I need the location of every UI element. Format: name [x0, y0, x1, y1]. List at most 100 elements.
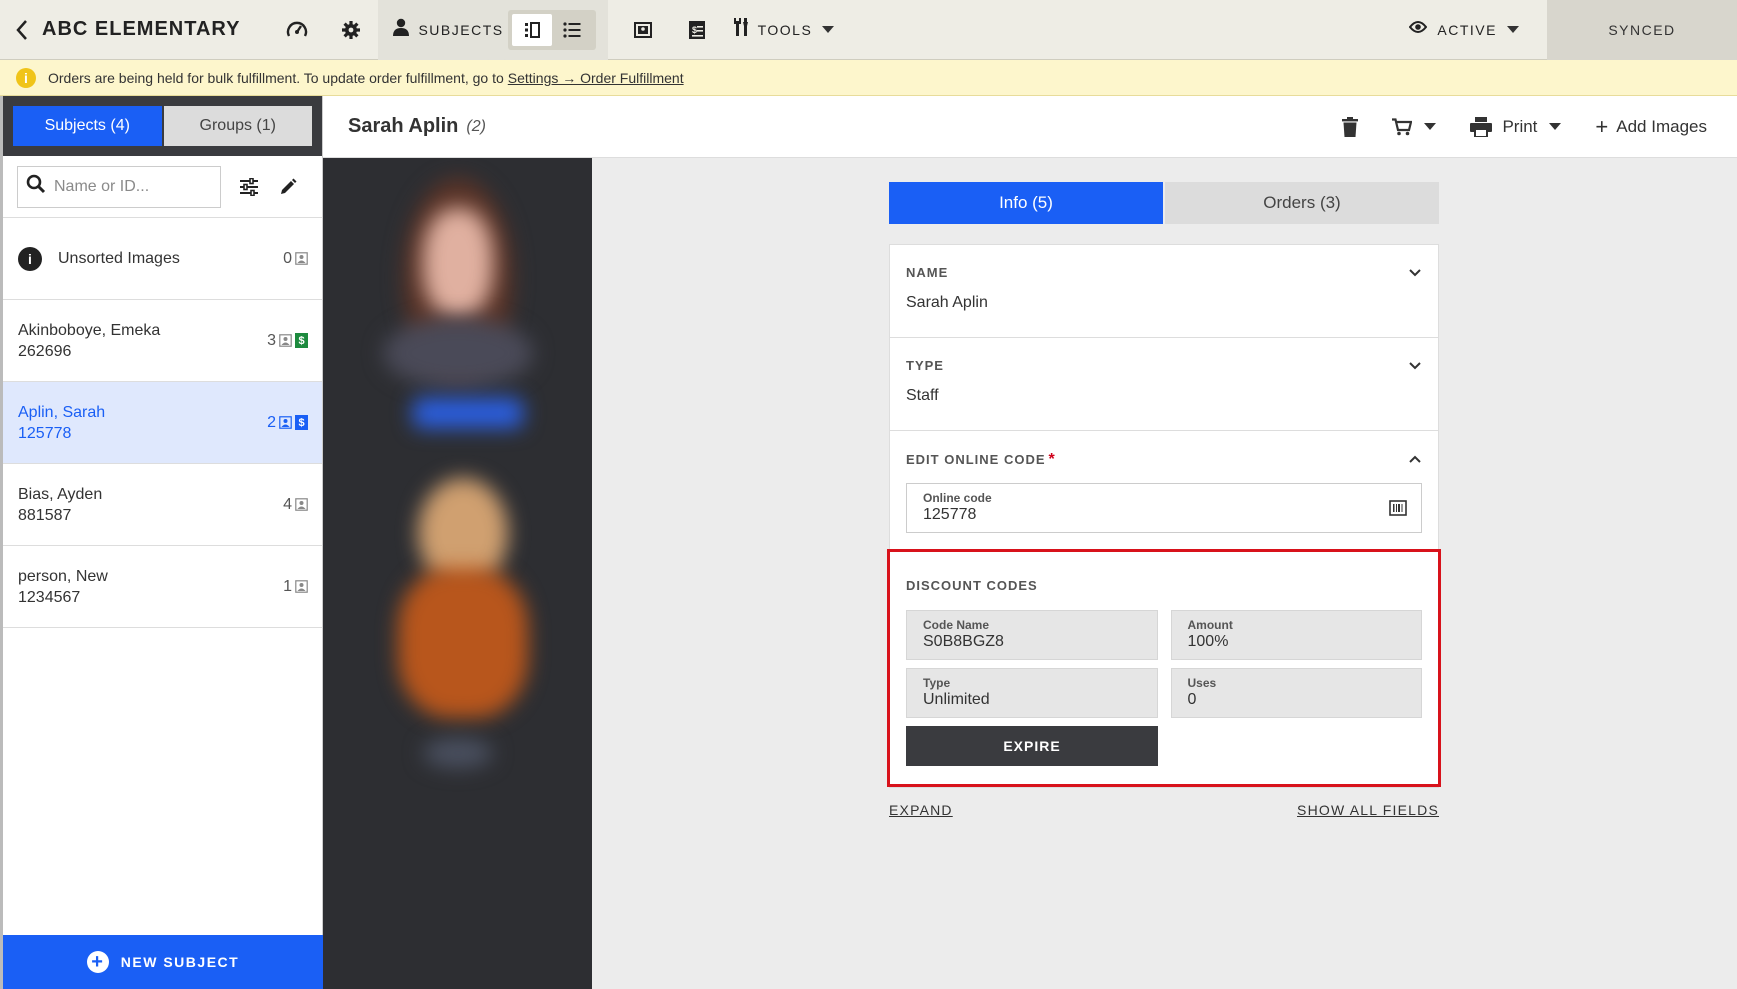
search-box [17, 165, 221, 208]
tab-orders[interactable]: Orders (3) [1165, 182, 1439, 224]
subject-list-item[interactable]: person, New 1234567 1 [3, 546, 322, 628]
show-all-fields-link[interactable]: SHOW ALL FIELDS [1297, 802, 1439, 818]
info-fields: NAME Sarah Aplin TYPE Staff EDIT ONLINE … [887, 244, 1441, 788]
chevron-up-icon[interactable] [1408, 451, 1422, 469]
gear-icon[interactable] [324, 0, 378, 60]
expand-link[interactable]: EXPAND [889, 802, 953, 818]
unsorted-images-label: Unsorted Images [58, 250, 180, 267]
paid-dollar-icon: $ [295, 415, 308, 430]
chevron-down-icon [1424, 123, 1437, 130]
subject-photo-thumbnail[interactable] [363, 168, 553, 438]
subject-detail-panel: Info (5) Orders (3) NAME Sarah Aplin TYP… [887, 182, 1441, 818]
view-toggle [507, 9, 596, 50]
order-fulfillment-settings-link[interactable]: Settings → Order Fulfillment [508, 70, 684, 86]
tab-info[interactable]: Info (5) [889, 182, 1163, 224]
uses-value: 0 [1187, 691, 1197, 708]
chevron-down-icon [822, 26, 835, 33]
price-sheet-icon[interactable]: $ [670, 0, 724, 60]
subject-list-item[interactable]: Akinboboye, Emeka 262696 3 $ [3, 300, 322, 382]
cart-icon [1392, 117, 1413, 135]
active-filter-label: ACTIVE [1437, 21, 1497, 38]
info-icon: i [16, 67, 36, 88]
print-label: Print [1502, 116, 1538, 136]
print-button[interactable]: Print [1470, 116, 1562, 137]
name-field-label: NAME [906, 265, 949, 280]
pencil-icon[interactable] [268, 167, 308, 207]
delete-button[interactable] [1342, 116, 1359, 137]
chevron-down-icon[interactable] [1408, 265, 1422, 283]
subjects-sidebar: Subjects (4) Groups (1) i Unsorted Image… [0, 96, 323, 989]
discount-codes-section: DISCOUNT CODES Code Name S0B8BGZ8 Amount… [887, 549, 1441, 787]
unsorted-images-item[interactable]: i Unsorted Images 0 [3, 218, 322, 300]
trash-icon [1342, 116, 1359, 137]
chevron-down-icon [1507, 26, 1519, 33]
subject-list-item[interactable]: Bias, Ayden 881587 4 [3, 464, 322, 546]
tab-subjects[interactable]: Subjects (4) [13, 106, 162, 146]
discount-type-label: Type [923, 676, 951, 690]
online-code-label: Online code [923, 491, 992, 505]
subject-id: 1234567 [18, 588, 81, 606]
add-images-label: Add Images [1616, 116, 1707, 136]
subject-name: Akinboboye, Emeka [18, 321, 161, 339]
online-code-input[interactable]: Online code 125778 [906, 483, 1422, 533]
back-arrow-icon[interactable] [2, 0, 42, 60]
image-count: 1 [283, 578, 308, 596]
dashboard-icon[interactable] [270, 0, 324, 60]
code-name-value: S0B8BGZ8 [923, 633, 1004, 650]
fulfillment-banner: i Orders are being held for bulk fulfill… [0, 60, 1737, 96]
subject-id: 262696 [18, 342, 72, 360]
expire-button[interactable]: EXPIRE [906, 726, 1158, 766]
top-bar: ABC ELEMENTARY SUBJECTS $ TOOLS ACTIVE S… [0, 0, 1737, 60]
code-name-field: Code Name S0B8BGZ8 [906, 610, 1158, 660]
paid-dollar-icon: $ [295, 333, 308, 348]
sidebar-tabs: Subjects (4) Groups (1) [3, 96, 322, 156]
cart-dropdown-button[interactable] [1392, 117, 1437, 136]
barcode-icon[interactable] [1389, 500, 1407, 521]
chevron-down-icon[interactable] [1408, 358, 1422, 376]
image-icon [295, 580, 308, 593]
add-images-button[interactable]: + Add Images [1595, 113, 1707, 139]
type-field-label: TYPE [906, 358, 944, 373]
person-icon [392, 18, 410, 41]
amount-label: Amount [1187, 618, 1233, 632]
image-count: 4 [283, 496, 308, 514]
search-input[interactable] [54, 177, 204, 196]
split-view-button[interactable] [511, 13, 552, 46]
status-filter-dropdown[interactable]: ACTIVE [1409, 20, 1547, 39]
subjects-nav-label: SUBJECTS [418, 21, 504, 38]
name-field[interactable]: NAME Sarah Aplin [890, 245, 1438, 338]
image-count: 3 $ [267, 332, 308, 350]
detail-tabs: Info (5) Orders (3) [889, 182, 1439, 224]
plus-circle-icon: + [86, 951, 109, 973]
subject-list-item-selected[interactable]: Aplin, Sarah 125778 2 $ [3, 382, 322, 464]
amount-value: 100% [1187, 633, 1229, 650]
type-field-discount: Type Unlimited [906, 668, 1158, 718]
tab-groups[interactable]: Groups (1) [163, 106, 312, 146]
online-code-value: 125778 [923, 506, 977, 523]
filter-sliders-icon[interactable] [229, 167, 269, 207]
amount-field: Amount 100% [1170, 610, 1422, 660]
image-count: 2 $ [267, 414, 308, 432]
subject-name: Bias, Ayden [18, 485, 103, 503]
tools-menu[interactable]: TOOLS [724, 0, 845, 60]
plus-icon: + [1595, 113, 1609, 139]
subject-photo-thumbnail[interactable] [363, 458, 553, 788]
subject-id: 125778 [18, 424, 72, 442]
eye-icon [1409, 20, 1428, 39]
sync-status[interactable]: SYNCED [1547, 0, 1737, 60]
type-field[interactable]: TYPE Staff [890, 338, 1438, 431]
name-field-value: Sarah Aplin [906, 294, 988, 311]
subject-name: Aplin, Sarah [18, 403, 106, 421]
new-subject-button[interactable]: + NEW SUBJECT [3, 935, 323, 989]
subject-title: Sarah Aplin [348, 115, 459, 137]
subjects-nav[interactable]: SUBJECTS [378, 0, 608, 60]
search-row [3, 156, 322, 218]
list-view-button[interactable] [552, 14, 592, 46]
subject-image-count: (2) [466, 117, 486, 135]
svg-text:$: $ [692, 25, 697, 35]
type-field-value: Staff [906, 387, 939, 404]
photos-icon[interactable] [616, 0, 670, 60]
printer-icon [1470, 116, 1493, 137]
online-code-section-label: EDIT ONLINE CODE [906, 452, 1046, 467]
subject-id: 881587 [18, 506, 72, 524]
